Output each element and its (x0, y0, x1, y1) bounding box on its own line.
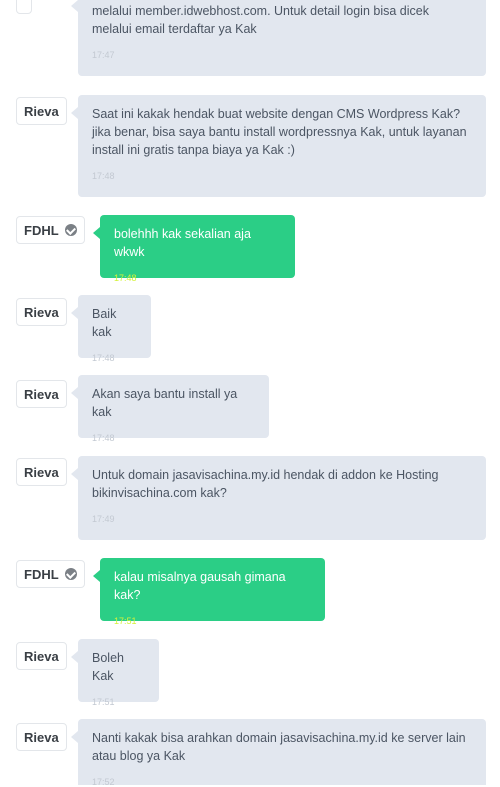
message-bubble: Saat ini kakak hendak buat website denga… (71, 95, 486, 197)
message-time: 17:48 (92, 171, 115, 181)
message-time: 17:48 (92, 353, 115, 363)
sender-name: Rieva (24, 103, 59, 119)
message-text: bolehhh kak sekalian aja wkwk (114, 227, 251, 259)
sender-badge (16, 0, 32, 14)
message-bubble: melalui member.idwebhost.com. Untuk deta… (71, 0, 486, 76)
message-time: 17:52 (92, 777, 115, 787)
message-bubble: Baik kak 17:48 (71, 295, 151, 363)
message-bubble: Untuk domain jasavisachina.my.id hendak … (71, 456, 486, 540)
message-time: 17:51 (114, 616, 137, 626)
sender-name: Rieva (24, 304, 59, 320)
sender-name: Rieva (24, 729, 59, 745)
sender-name: Rieva (24, 464, 59, 480)
sender-badge: Rieva (16, 298, 67, 326)
message-time: 17:49 (92, 514, 115, 524)
sender-name: FDHL (24, 566, 59, 582)
verified-check-icon (64, 568, 77, 580)
sender-name: Rieva (24, 386, 59, 402)
message-time: 17:48 (92, 433, 115, 443)
sender-badge: FDHL (16, 216, 85, 244)
verified-check-icon (64, 224, 77, 236)
message-bubble: kalau misalnya gausah gimana kak? 17:51 (93, 558, 325, 626)
sender-badge: Rieva (16, 642, 67, 670)
message-bubble: bolehhh kak sekalian aja wkwk 17:48 (93, 215, 295, 283)
sender-badge: Rieva (16, 723, 67, 751)
message-text: Saat ini kakak hendak buat website denga… (92, 107, 467, 157)
sender-badge: Rieva (16, 97, 67, 125)
sender-badge: Rieva (16, 458, 67, 486)
message-text: Akan saya bantu install ya kak (92, 387, 238, 419)
message-time: 17:48 (114, 273, 137, 283)
message-text: Baik kak (92, 307, 117, 339)
message-text: kalau misalnya gausah gimana kak? (114, 570, 286, 602)
message-time: 17:47 (92, 50, 115, 60)
sender-badge: FDHL (16, 560, 85, 588)
message-text: Boleh Kak (92, 651, 124, 683)
sender-name: Rieva (24, 648, 59, 664)
message-bubble: Boleh Kak 17:51 (71, 639, 159, 707)
message-bubble: Akan saya bantu install ya kak 17:48 (71, 375, 269, 443)
message-time: 17:51 (92, 697, 115, 707)
message-bubble: Nanti kakak bisa arahkan domain jasavisa… (71, 719, 486, 787)
sender-badge: Rieva (16, 380, 67, 408)
sender-name: FDHL (24, 222, 59, 238)
message-text: melalui member.idwebhost.com. Untuk deta… (92, 4, 429, 36)
message-text: Untuk domain jasavisachina.my.id hendak … (92, 468, 439, 500)
message-text: Nanti kakak bisa arahkan domain jasavisa… (92, 731, 466, 763)
